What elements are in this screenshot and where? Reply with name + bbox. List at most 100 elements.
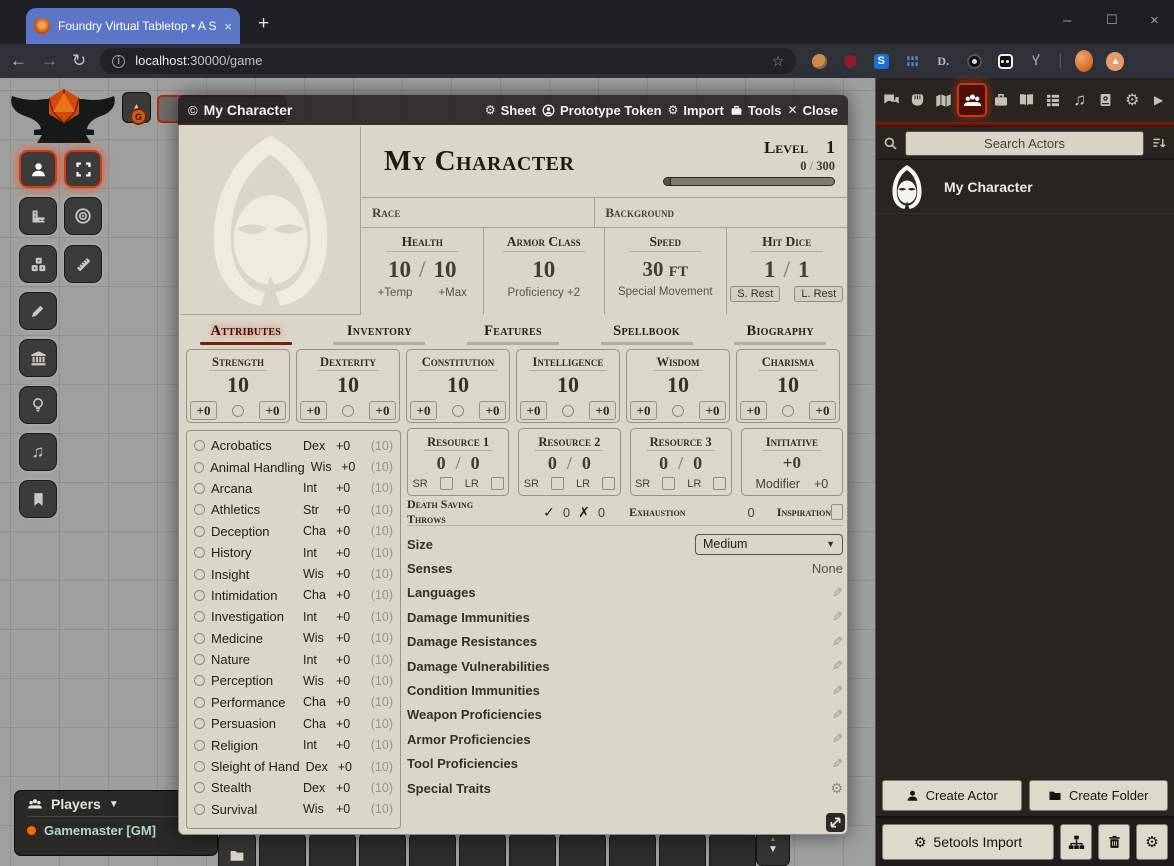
create-actor-button[interactable]: Create Actor [882, 780, 1022, 811]
skill-proficiency-radio[interactable] [194, 504, 205, 515]
actor-avatar[interactable] [884, 163, 930, 211]
ublock-extension-icon[interactable] [841, 52, 859, 70]
tab-chat[interactable] [878, 85, 904, 115]
short-rest-checkbox[interactable] [551, 477, 564, 490]
site-info-icon[interactable]: i [112, 55, 125, 68]
initiative-modifier[interactable]: +0 [814, 477, 828, 491]
skill-name[interactable]: Athletics [211, 502, 297, 517]
ability-mod[interactable]: +0 [190, 401, 217, 420]
skill-name[interactable]: Survival [211, 802, 297, 817]
window-titlebar[interactable]: © My Character ⚙Sheet Prototype Token ⚙I… [178, 95, 848, 125]
xp-text[interactable]: 0 / 300 [655, 159, 835, 174]
hp-max[interactable]: 10 [433, 257, 456, 283]
death-success-count[interactable]: 0 [563, 505, 570, 520]
skill-name[interactable]: Medicine [211, 631, 297, 646]
ability-score[interactable]: 10 [517, 372, 619, 398]
save-proficiency-radio[interactable] [672, 405, 684, 417]
short-rest-checkbox[interactable] [440, 477, 453, 490]
initiative-value[interactable]: +0 [783, 453, 801, 473]
skill-name[interactable]: Perception [211, 673, 297, 688]
edit-icon[interactable]: ✎ [832, 585, 843, 601]
notes-tool-button[interactable] [19, 480, 57, 518]
resource-title[interactable]: Resource 2 [535, 435, 603, 451]
ability-score[interactable]: 10 [627, 372, 729, 398]
detail-field-input[interactable] [408, 205, 584, 220]
tab-scenes[interactable] [931, 85, 957, 115]
macro-slot[interactable] [659, 833, 706, 866]
skill-proficiency-radio[interactable] [194, 633, 205, 644]
gear-icon[interactable]: ⚙ [830, 780, 843, 797]
ability-save[interactable]: +0 [589, 401, 616, 420]
document-id-icon[interactable]: © [188, 103, 198, 118]
sheet-tab[interactable]: Biography [713, 316, 847, 347]
tab-combat[interactable] [905, 85, 931, 115]
skill-name[interactable]: Religion [211, 738, 297, 753]
browser-tab[interactable]: Foundry Virtual Tabletop • A Stan × [26, 8, 240, 44]
tab-journal[interactable] [1014, 85, 1040, 115]
macro-folder-button[interactable] [218, 833, 256, 866]
long-rest-checkbox[interactable] [491, 477, 504, 490]
skill-name[interactable]: Animal Handling [210, 460, 305, 475]
edit-icon[interactable]: ✎ [832, 658, 843, 674]
macro-slot[interactable] [509, 833, 556, 866]
skill-proficiency-radio[interactable] [194, 547, 205, 558]
actor-name[interactable]: My Character [944, 179, 1033, 195]
s-extension-icon[interactable]: S [872, 52, 890, 70]
ability-save[interactable]: +0 [369, 401, 396, 420]
skill-proficiency-radio[interactable] [194, 462, 204, 473]
save-proficiency-radio[interactable] [782, 405, 794, 417]
tab-tables[interactable] [1040, 85, 1066, 115]
eye-extension-icon[interactable] [965, 52, 983, 70]
ability-name[interactable]: Intelligence [530, 355, 607, 371]
hd-max[interactable]: 1 [798, 257, 810, 283]
refresh-icon[interactable]: ↻ [72, 51, 86, 71]
macro-slot[interactable] [459, 833, 506, 866]
ability-mod[interactable]: +0 [300, 401, 327, 420]
skill-name[interactable]: Arcana [211, 481, 297, 496]
macro-slot[interactable] [359, 833, 406, 866]
skill-proficiency-radio[interactable] [194, 675, 205, 686]
import-button[interactable]: ⚙Import [668, 103, 724, 118]
sounds-tool-button[interactable]: ♫ [19, 433, 57, 471]
skill-proficiency-radio[interactable] [194, 526, 205, 537]
target-tool-button[interactable] [64, 197, 102, 235]
macro-slot[interactable] [309, 833, 356, 866]
foundry-anvil-logo[interactable] [8, 84, 120, 150]
back-icon[interactable]: ← [10, 51, 27, 71]
edit-icon[interactable]: ✎ [832, 731, 843, 747]
5etools-import-button[interactable]: ⚙5etools Import [882, 824, 1054, 860]
character-name[interactable]: My Character [384, 145, 655, 178]
dice-tool-button[interactable] [19, 245, 57, 283]
ability-score[interactable]: 10 [407, 372, 509, 398]
save-proficiency-radio[interactable] [562, 405, 574, 417]
tab-items[interactable] [988, 85, 1014, 115]
actor-list-item[interactable]: My Character [876, 160, 1174, 214]
hd-current[interactable]: 1 [764, 257, 776, 283]
special-movement-link[interactable]: Special Movement [618, 286, 713, 298]
ability-mod[interactable]: +0 [520, 401, 547, 420]
save-proficiency-radio[interactable] [342, 405, 354, 417]
sort-filter-icon[interactable] [1151, 136, 1167, 151]
tab-compendium[interactable] [1093, 85, 1119, 115]
fork-extension-icon[interactable] [1027, 52, 1045, 70]
skill-proficiency-radio[interactable] [194, 761, 205, 772]
ability-name[interactable]: Strength [209, 355, 267, 371]
chrome-update-icon[interactable]: ▲ [1106, 52, 1124, 70]
window-maximize-button[interactable]: ☐ [1106, 12, 1118, 28]
skill-name[interactable]: Insight [211, 567, 297, 582]
walls-tool-button[interactable] [19, 339, 57, 377]
folder-tree-button[interactable] [1060, 824, 1092, 860]
hp-tempmax-label[interactable]: +Max [438, 287, 466, 299]
ability-save[interactable]: +0 [479, 401, 506, 420]
ability-name[interactable]: Dexterity [317, 355, 379, 371]
skill-proficiency-radio[interactable] [194, 718, 205, 729]
ac-value[interactable]: 10 [532, 257, 555, 283]
macro-slot[interactable] [609, 833, 656, 866]
save-proficiency-radio[interactable] [232, 405, 244, 417]
darkreader-extension-icon[interactable] [996, 52, 1014, 70]
settings-button[interactable]: ⚙ [1136, 824, 1168, 860]
ability-save[interactable]: +0 [699, 401, 726, 420]
death-success-icon[interactable]: ✓ [543, 504, 555, 521]
skill-proficiency-radio[interactable] [194, 697, 205, 708]
ability-mod[interactable]: +0 [740, 401, 767, 420]
